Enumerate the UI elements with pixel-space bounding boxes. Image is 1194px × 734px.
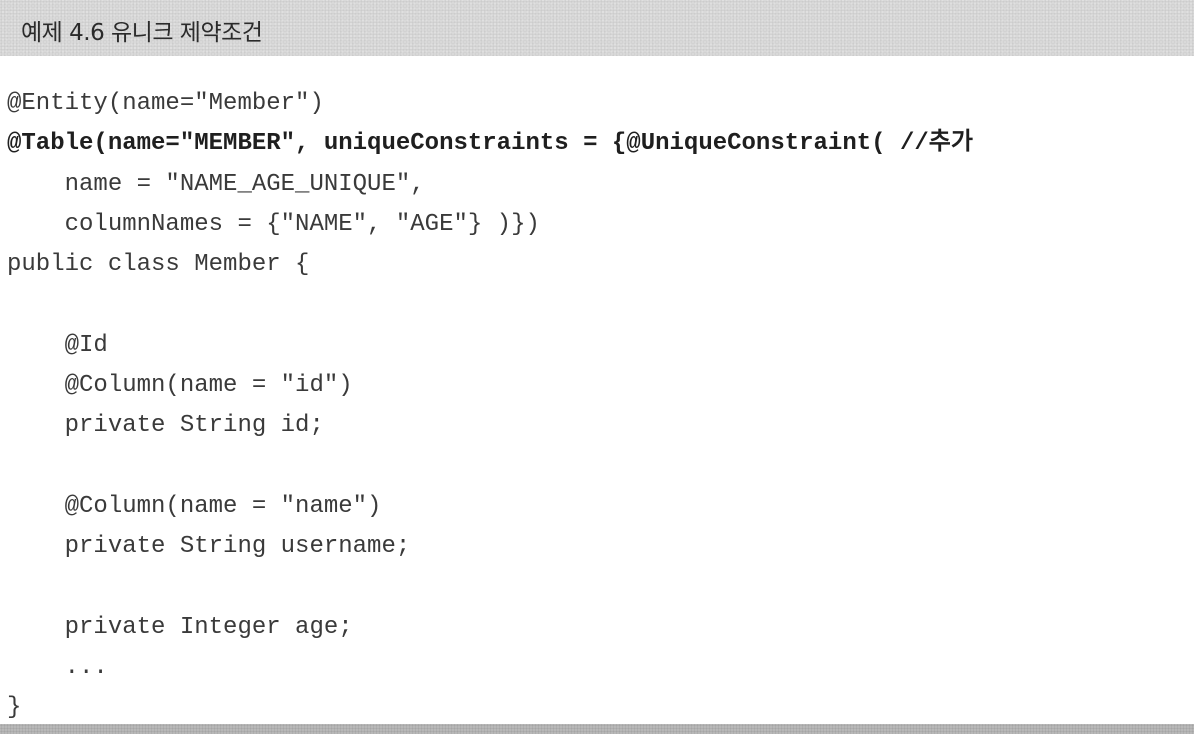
code-line-column-names: columnNames = {"NAME", "AGE"} )}) xyxy=(7,210,540,238)
code-line-id-annotation: @Id xyxy=(7,331,108,359)
code-line-id-field: private String id; xyxy=(7,412,324,440)
code-line-entity-annotation: @Entity(name="Member") xyxy=(7,90,324,117)
code-line-username-field: private String username; xyxy=(7,533,411,561)
example-title: 예제 4.6 유니크 제약조건 xyxy=(21,20,263,46)
code-line-closing-brace: } xyxy=(7,694,22,722)
example-header-bar: 예제 4.6 유니크 제약조건 xyxy=(0,0,1194,56)
bottom-divider xyxy=(0,724,1194,734)
code-line-constraint-name: name = "NAME_AGE_UNIQUE", xyxy=(7,170,425,198)
code-line-id-column-annotation: @Column(name = "id") xyxy=(7,372,353,400)
code-line-ellipsis: ... xyxy=(7,654,108,682)
code-line-class-declaration: public class Member { xyxy=(7,251,310,279)
code-block: @Entity(name="Member") @Table(name="MEMBE… xyxy=(7,84,973,729)
code-line-name-column-annotation: @Column(name = "name") xyxy=(7,492,382,520)
code-line-table-annotation: @Table(name="MEMBER", uniqueConstraints … xyxy=(7,130,973,158)
code-line-age-field: private Integer age; xyxy=(7,613,353,641)
